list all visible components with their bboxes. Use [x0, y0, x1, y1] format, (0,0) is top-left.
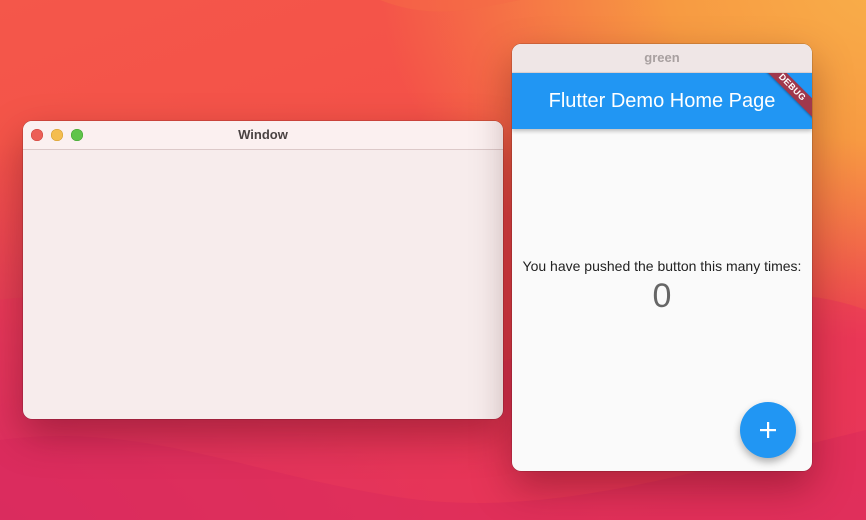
counter-label: You have pushed the button this many tim…: [522, 258, 802, 274]
app-bar-title: Flutter Demo Home Page: [548, 90, 776, 112]
increment-button[interactable]: [740, 402, 796, 458]
empty-window[interactable]: Window: [23, 121, 503, 419]
plus-icon: [760, 422, 776, 438]
flutter-window-titlebar[interactable]: green: [512, 44, 812, 73]
flutter-window[interactable]: green Flutter Demo Home Page DEBUG You h…: [512, 44, 812, 471]
window-content: [23, 150, 503, 419]
flutter-window-title: green: [644, 50, 680, 65]
window-titlebar[interactable]: Window: [23, 121, 503, 150]
app-body: You have pushed the button this many tim…: [512, 129, 812, 471]
app-bar: Flutter Demo Home Page DEBUG: [512, 73, 812, 129]
window-title: Window: [238, 127, 288, 142]
counter-value: 0: [652, 277, 672, 315]
